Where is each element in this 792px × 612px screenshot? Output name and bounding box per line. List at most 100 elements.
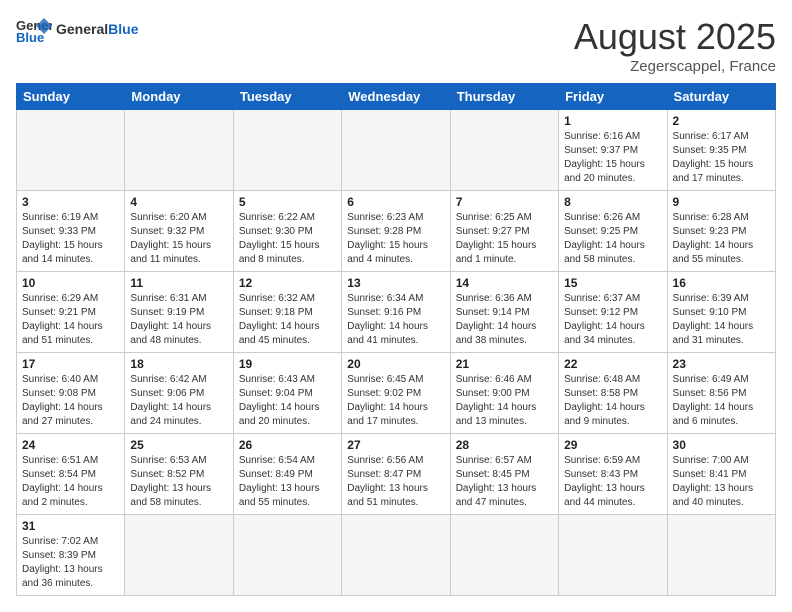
- day-info: Sunrise: 6:37 AM Sunset: 9:12 PM Dayligh…: [564, 292, 661, 348]
- calendar-cell: 6Sunrise: 6:23 AM Sunset: 9:28 PM Daylig…: [342, 191, 450, 272]
- weekday-header-monday: Monday: [125, 84, 233, 110]
- calendar-cell: 1 Sunrise: 6:16 AM Sunset: 9:37 PM Daylig…: [559, 110, 667, 191]
- calendar-cell: 22 Sunrise: 6:48 AM Sunset: 8:58 PM Dayli…: [559, 353, 667, 434]
- day-info: Sunrise: 6:19 AM Sunset: 9:33 PM Dayligh…: [22, 211, 119, 267]
- weekday-header-thursday: Thursday: [450, 84, 558, 110]
- day-info: Sunrise: 6:45 AM Sunset: 9:02 PM Dayligh…: [347, 373, 444, 429]
- day-number: 10: [22, 276, 119, 290]
- calendar-cell: [342, 110, 450, 191]
- calendar-cell: [125, 110, 233, 191]
- calendar-cell: 9Sunrise: 6:28 AM Sunset: 9:23 PM Daylig…: [667, 191, 775, 272]
- weekday-header-saturday: Saturday: [667, 84, 775, 110]
- day-number: 25: [130, 438, 227, 452]
- calendar-cell: 26Sunrise: 6:54 AM Sunset: 8:49 PM Dayli…: [233, 434, 341, 515]
- calendar-cell: 3 Sunrise: 6:19 AM Sunset: 9:33 PM Daylig…: [17, 191, 125, 272]
- calendar-week-row: 17Sunrise: 6:40 AM Sunset: 9:08 PM Dayli…: [17, 353, 776, 434]
- day-number: 12: [239, 276, 336, 290]
- calendar-cell: [233, 110, 341, 191]
- calendar-cell: 13 Sunrise: 6:34 AM Sunset: 9:16 PM Dayli…: [342, 272, 450, 353]
- day-number: 13: [347, 276, 444, 290]
- logo-icon: General Blue: [16, 16, 52, 44]
- calendar-cell: 7 Sunrise: 6:25 AM Sunset: 9:27 PM Daylig…: [450, 191, 558, 272]
- calendar-cell: 19Sunrise: 6:43 AM Sunset: 9:04 PM Dayli…: [233, 353, 341, 434]
- calendar-cell: 2Sunrise: 6:17 AM Sunset: 9:35 PM Daylig…: [667, 110, 775, 191]
- svg-text:Blue: Blue: [16, 30, 44, 44]
- calendar-cell: 29Sunrise: 6:59 AM Sunset: 8:43 PM Dayli…: [559, 434, 667, 515]
- day-info: Sunrise: 6:34 AM Sunset: 9:16 PM Dayligh…: [347, 292, 444, 348]
- day-info: Sunrise: 6:56 AM Sunset: 8:47 PM Dayligh…: [347, 454, 444, 510]
- day-number: 2: [673, 114, 770, 128]
- day-number: 7: [456, 195, 553, 209]
- calendar-cell: 14 Sunrise: 6:36 AM Sunset: 9:14 PM Dayli…: [450, 272, 558, 353]
- calendar-cell: 12Sunrise: 6:32 AM Sunset: 9:18 PM Dayli…: [233, 272, 341, 353]
- logo-general-text: General: [56, 21, 108, 37]
- calendar-cell: 5 Sunrise: 6:22 AM Sunset: 9:30 PM Daylig…: [233, 191, 341, 272]
- calendar-cell: [342, 515, 450, 596]
- day-info: Sunrise: 6:48 AM Sunset: 8:58 PM Dayligh…: [564, 373, 661, 429]
- calendar-cell: [559, 515, 667, 596]
- day-number: 3: [22, 195, 119, 209]
- day-number: 15: [564, 276, 661, 290]
- calendar-cell: [125, 515, 233, 596]
- day-number: 20: [347, 357, 444, 371]
- day-info: Sunrise: 6:25 AM Sunset: 9:27 PM Dayligh…: [456, 211, 553, 267]
- calendar-cell: 16 Sunrise: 6:39 AM Sunset: 9:10 PM Dayli…: [667, 272, 775, 353]
- day-info: Sunrise: 6:51 AM Sunset: 8:54 PM Dayligh…: [22, 454, 119, 510]
- day-info: Sunrise: 6:59 AM Sunset: 8:43 PM Dayligh…: [564, 454, 661, 510]
- page-header: General Blue GeneralBlue August 2025 Zeg…: [16, 16, 776, 75]
- day-info: Sunrise: 6:22 AM Sunset: 9:30 PM Dayligh…: [239, 211, 336, 267]
- day-info: Sunrise: 6:54 AM Sunset: 8:49 PM Dayligh…: [239, 454, 336, 510]
- day-number: 31: [22, 519, 119, 533]
- calendar-cell: 18Sunrise: 6:42 AM Sunset: 9:06 PM Dayli…: [125, 353, 233, 434]
- day-number: 22: [564, 357, 661, 371]
- calendar-cell: [450, 515, 558, 596]
- day-number: 19: [239, 357, 336, 371]
- calendar-cell: 10 Sunrise: 6:29 AM Sunset: 9:21 PM Dayli…: [17, 272, 125, 353]
- calendar-cell: 15 Sunrise: 6:37 AM Sunset: 9:12 PM Dayli…: [559, 272, 667, 353]
- day-number: 14: [456, 276, 553, 290]
- day-number: 11: [130, 276, 227, 290]
- calendar-cell: 11 Sunrise: 6:31 AM Sunset: 9:19 PM Dayli…: [125, 272, 233, 353]
- day-info: Sunrise: 6:39 AM Sunset: 9:10 PM Dayligh…: [673, 292, 770, 348]
- day-info: Sunrise: 6:40 AM Sunset: 9:08 PM Dayligh…: [22, 373, 119, 429]
- title-block: August 2025 Zegerscappel, France: [574, 16, 776, 75]
- day-number: 21: [456, 357, 553, 371]
- day-info: Sunrise: 6:53 AM Sunset: 8:52 PM Dayligh…: [130, 454, 227, 510]
- day-info: Sunrise: 6:57 AM Sunset: 8:45 PM Dayligh…: [456, 454, 553, 510]
- day-info: Sunrise: 6:28 AM Sunset: 9:23 PM Dayligh…: [673, 211, 770, 267]
- logo: General Blue GeneralBlue: [16, 16, 138, 44]
- weekday-header-friday: Friday: [559, 84, 667, 110]
- calendar-cell: [450, 110, 558, 191]
- calendar-cell: 25 Sunrise: 6:53 AM Sunset: 8:52 PM Dayli…: [125, 434, 233, 515]
- day-number: 1: [564, 114, 661, 128]
- calendar-week-row: 1 Sunrise: 6:16 AM Sunset: 9:37 PM Daylig…: [17, 110, 776, 191]
- day-number: 28: [456, 438, 553, 452]
- calendar-week-row: 3 Sunrise: 6:19 AM Sunset: 9:33 PM Daylig…: [17, 191, 776, 272]
- day-number: 8: [564, 195, 661, 209]
- calendar-header-row: SundayMondayTuesdayWednesdayThursdayFrid…: [17, 84, 776, 110]
- calendar-cell: [233, 515, 341, 596]
- calendar-cell: 30Sunrise: 7:00 AM Sunset: 8:41 PM Dayli…: [667, 434, 775, 515]
- weekday-header-wednesday: Wednesday: [342, 84, 450, 110]
- day-info: Sunrise: 6:49 AM Sunset: 8:56 PM Dayligh…: [673, 373, 770, 429]
- day-info: Sunrise: 6:31 AM Sunset: 9:19 PM Dayligh…: [130, 292, 227, 348]
- day-number: 5: [239, 195, 336, 209]
- day-number: 16: [673, 276, 770, 290]
- calendar-cell: 24 Sunrise: 6:51 AM Sunset: 8:54 PM Dayli…: [17, 434, 125, 515]
- day-info: Sunrise: 6:29 AM Sunset: 9:21 PM Dayligh…: [22, 292, 119, 348]
- day-number: 24: [22, 438, 119, 452]
- calendar-cell: 28 Sunrise: 6:57 AM Sunset: 8:45 PM Dayli…: [450, 434, 558, 515]
- day-number: 27: [347, 438, 444, 452]
- calendar-week-row: 10 Sunrise: 6:29 AM Sunset: 9:21 PM Dayli…: [17, 272, 776, 353]
- calendar-table: SundayMondayTuesdayWednesdayThursdayFrid…: [16, 83, 776, 596]
- day-number: 4: [130, 195, 227, 209]
- calendar-cell: 4Sunrise: 6:20 AM Sunset: 9:32 PM Daylig…: [125, 191, 233, 272]
- day-info: Sunrise: 6:16 AM Sunset: 9:37 PM Dayligh…: [564, 130, 661, 186]
- day-number: 18: [130, 357, 227, 371]
- calendar-cell: 17Sunrise: 6:40 AM Sunset: 9:08 PM Dayli…: [17, 353, 125, 434]
- day-info: Sunrise: 6:36 AM Sunset: 9:14 PM Dayligh…: [456, 292, 553, 348]
- calendar-cell: 23Sunrise: 6:49 AM Sunset: 8:56 PM Dayli…: [667, 353, 775, 434]
- month-year-title: August 2025: [574, 16, 776, 58]
- calendar-week-row: 31Sunrise: 7:02 AM Sunset: 8:39 PM Dayli…: [17, 515, 776, 596]
- logo-blue-text: Blue: [108, 21, 138, 37]
